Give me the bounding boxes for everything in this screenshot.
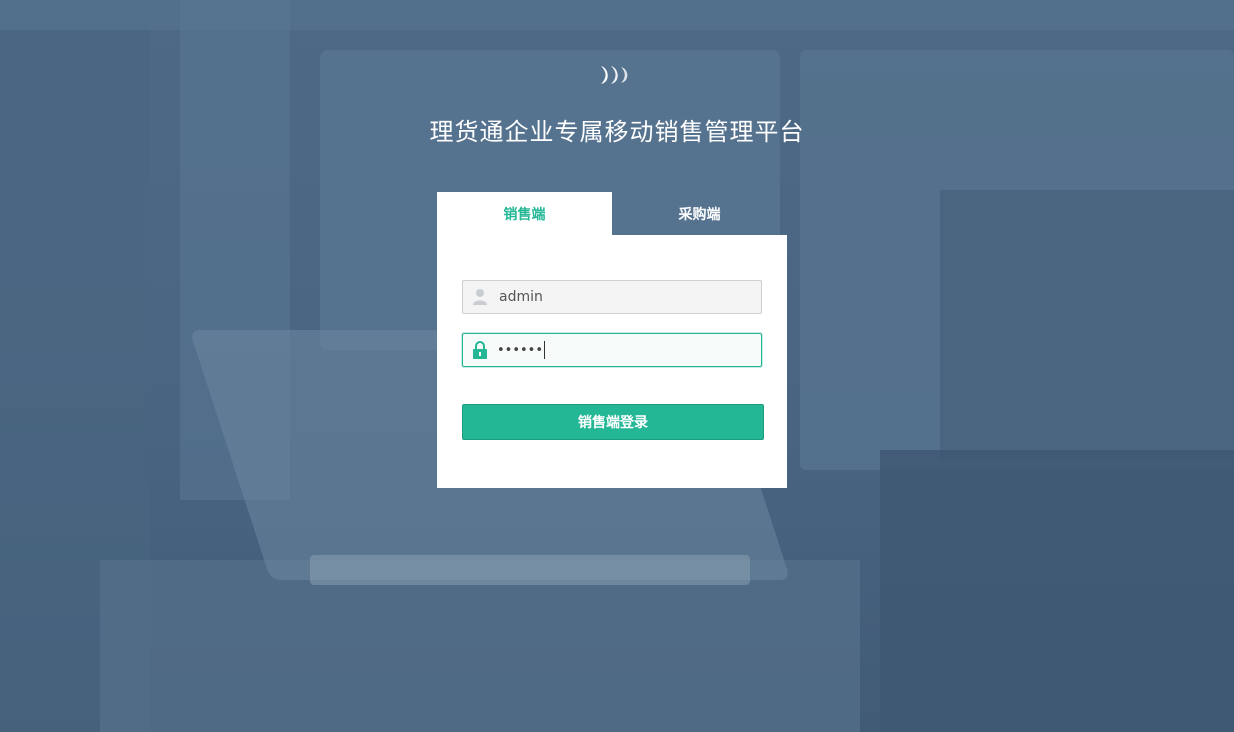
password-field[interactable]: •••••• bbox=[462, 333, 762, 367]
brand-logo-icon bbox=[601, 66, 628, 84]
username-input[interactable] bbox=[497, 282, 761, 312]
lock-icon bbox=[463, 334, 497, 366]
login-tabs: 销售端 采购端 bbox=[437, 192, 787, 235]
page-title: 理货通企业专属移动销售管理平台 bbox=[429, 118, 805, 146]
text-caret bbox=[544, 341, 546, 359]
tab-purchase[interactable]: 采购端 bbox=[612, 192, 787, 235]
login-button[interactable]: 销售端登录 bbox=[462, 404, 764, 440]
login-card: 销售端 采购端 •••••• 销售端 bbox=[437, 192, 787, 488]
tab-sales[interactable]: 销售端 bbox=[437, 192, 612, 235]
user-icon bbox=[463, 281, 497, 313]
login-panel: •••••• 销售端登录 bbox=[437, 235, 787, 488]
password-input[interactable]: •••••• bbox=[497, 335, 761, 365]
username-field[interactable] bbox=[462, 280, 762, 314]
